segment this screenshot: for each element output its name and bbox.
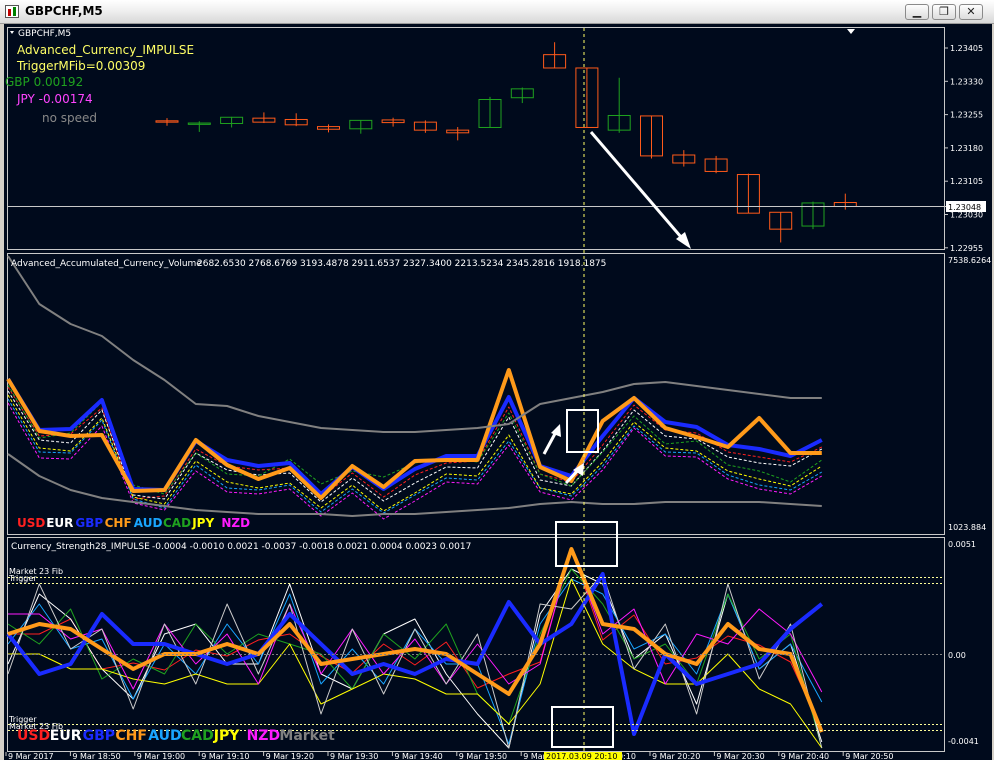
strength-gbp-line bbox=[6, 572, 824, 736]
time-axis-label: 9 Mar 20:20 bbox=[652, 752, 700, 760]
acv-scale-max: 7538.6264 bbox=[948, 256, 991, 265]
candle bbox=[413, 120, 437, 133]
candle bbox=[575, 67, 599, 128]
time-axis-label: 9 Mar 20:40 bbox=[781, 752, 829, 760]
strength-legend-item: EUR bbox=[50, 728, 82, 744]
time-axis-label: 9 Mar 2017 bbox=[8, 752, 54, 760]
chart-shift-triangle-icon bbox=[847, 29, 855, 34]
strength-legend-item: CAD bbox=[181, 728, 214, 744]
jpy-impulse-text: JPY -0.00174 bbox=[16, 92, 93, 106]
strength-legend-item: CHF bbox=[115, 728, 147, 744]
acv-legend-item: AUD bbox=[134, 516, 163, 530]
crosshair-time-label: 2017.03.09 20:10 bbox=[546, 752, 617, 760]
candle bbox=[349, 119, 373, 134]
bid-price-label: 1.23048 bbox=[948, 203, 981, 212]
candle bbox=[833, 193, 857, 210]
price-symbol-label: GBPCHF,M5 bbox=[18, 29, 71, 39]
candle bbox=[252, 112, 276, 124]
candle bbox=[672, 150, 696, 167]
strength-legend-item: Market bbox=[279, 728, 335, 744]
candle bbox=[187, 121, 211, 132]
strength-legend-item: NZD bbox=[247, 728, 281, 744]
strength-legend-item: USD bbox=[17, 728, 50, 744]
collapse-triangle-icon[interactable] bbox=[10, 31, 14, 34]
acv-series-line bbox=[7, 394, 823, 512]
acv-scale-min: 1023.884 bbox=[948, 523, 986, 532]
acv-legend-item: EUR bbox=[46, 516, 73, 530]
time-axis-label: 9 Mar 20:30 bbox=[716, 752, 764, 760]
acv-upper-band bbox=[7, 255, 822, 433]
acv-up-arrow-1-head-icon bbox=[551, 424, 561, 437]
impulse-indicator-name: Advanced_Currency_IMPULSE bbox=[17, 43, 194, 57]
acv-legend-item: NZD bbox=[221, 516, 250, 530]
window-title: GBPCHF,M5 bbox=[25, 4, 103, 18]
strength-legend-item: GBP bbox=[83, 728, 115, 744]
strength-level-lines bbox=[8, 577, 944, 731]
strength-scale-min: -0.0041 bbox=[948, 737, 979, 746]
restore-button[interactable]: ❐ bbox=[932, 4, 956, 20]
acv-legend-item: CHF bbox=[105, 516, 132, 530]
acv-title: Advanced_Accumulated_Currency_Volume bbox=[11, 259, 202, 269]
candle bbox=[446, 127, 470, 141]
price-axis-label: 1.23255 bbox=[950, 111, 983, 120]
down-arrow-line bbox=[589, 131, 689, 245]
strength-top-highlight-box bbox=[555, 521, 618, 567]
price-axis-label: 1.23330 bbox=[950, 77, 983, 86]
acv-legend-item: GBP bbox=[75, 516, 103, 530]
candle bbox=[801, 201, 825, 230]
acv-currency-legend: USD EUR GBP CHF AUD CAD JPY NZD bbox=[17, 516, 250, 530]
strength-title: Currency_Strength28_IMPULSE bbox=[11, 542, 150, 552]
acv-values: 2682.6530 2768.6769 3193.4878 2911.6537 … bbox=[197, 259, 606, 269]
time-axis-label: 9 Mar 19:20 bbox=[266, 752, 314, 760]
candle bbox=[220, 116, 244, 128]
strength-scale-zero: 0.00 bbox=[948, 651, 966, 660]
time-axis: 9 Mar 2017 9 Mar 18:50 9 Mar 19:00 9 Mar 19… bbox=[5, 752, 894, 760]
candle bbox=[543, 42, 567, 69]
time-axis-label: 9 Mar 19:40 bbox=[394, 752, 442, 760]
close-button[interactable]: ✕ bbox=[959, 4, 983, 20]
price-axis-label: 1.22955 bbox=[950, 244, 983, 253]
chart-window[interactable]: 1.23405 1.23330 1.23255 1.23180 1.23105 1.230… bbox=[4, 24, 992, 760]
acv-legend-item: USD bbox=[17, 516, 45, 530]
candle bbox=[155, 118, 179, 126]
candle bbox=[640, 115, 663, 159]
chart-window-icon bbox=[5, 5, 19, 18]
candle bbox=[607, 77, 631, 133]
candle bbox=[381, 117, 405, 127]
candle bbox=[478, 96, 502, 128]
price-axis-label: 1.23105 bbox=[950, 177, 983, 186]
gbp-impulse-text: GBP 0.00192 bbox=[5, 75, 83, 89]
candle bbox=[284, 113, 308, 127]
candle bbox=[317, 124, 340, 133]
speed-text: no speed bbox=[42, 111, 97, 125]
upper-trigger-label: Trigger bbox=[8, 574, 37, 583]
strength-legend-item: JPY bbox=[213, 728, 240, 744]
candle bbox=[736, 173, 760, 214]
strength-currency-legend: USD EUR GBP CHF AUD CAD JPY NZD Market bbox=[17, 728, 335, 744]
time-axis-label: 9 Mar 19:00 bbox=[137, 752, 185, 760]
time-axis-label: 9 Mar 18:50 bbox=[72, 752, 120, 760]
price-axis-label: 1.23180 bbox=[950, 144, 983, 153]
chart-corner-markers bbox=[10, 29, 855, 34]
time-axis-label: 9 Mar 20:50 bbox=[845, 752, 893, 760]
acv-legend-item: JPY bbox=[191, 516, 214, 530]
price-panel-frame bbox=[7, 27, 945, 250]
candle bbox=[510, 87, 534, 104]
trigger-mfib-text: TriggerMFib=0.00309 bbox=[16, 59, 145, 73]
candle bbox=[769, 211, 793, 243]
strength-bottom-highlight-box bbox=[551, 706, 614, 748]
time-axis-label: 9 Mar 19:50 bbox=[459, 752, 507, 760]
window-titlebar: GBPCHF,M5 ▁ ❐ ✕ bbox=[0, 0, 994, 24]
price-axis-label: 1.23405 bbox=[950, 44, 983, 53]
strength-scale-max: 0.0051 bbox=[948, 540, 976, 549]
chart-canvas[interactable]: 1.23405 1.23330 1.23255 1.23180 1.23105 1.230… bbox=[4, 24, 992, 760]
acv-legend-item: CAD bbox=[163, 516, 191, 530]
strength-values: -0.0004 -0.0010 0.0021 -0.0037 -0.0018 0… bbox=[152, 542, 471, 552]
candle bbox=[704, 155, 728, 174]
strength-legend-item: AUD bbox=[148, 728, 181, 744]
time-axis-label: 9 Mar 19:30 bbox=[330, 752, 378, 760]
time-axis-label: 9 Mar 19:10 bbox=[201, 752, 249, 760]
minimize-button[interactable]: ▁ bbox=[905, 4, 929, 20]
